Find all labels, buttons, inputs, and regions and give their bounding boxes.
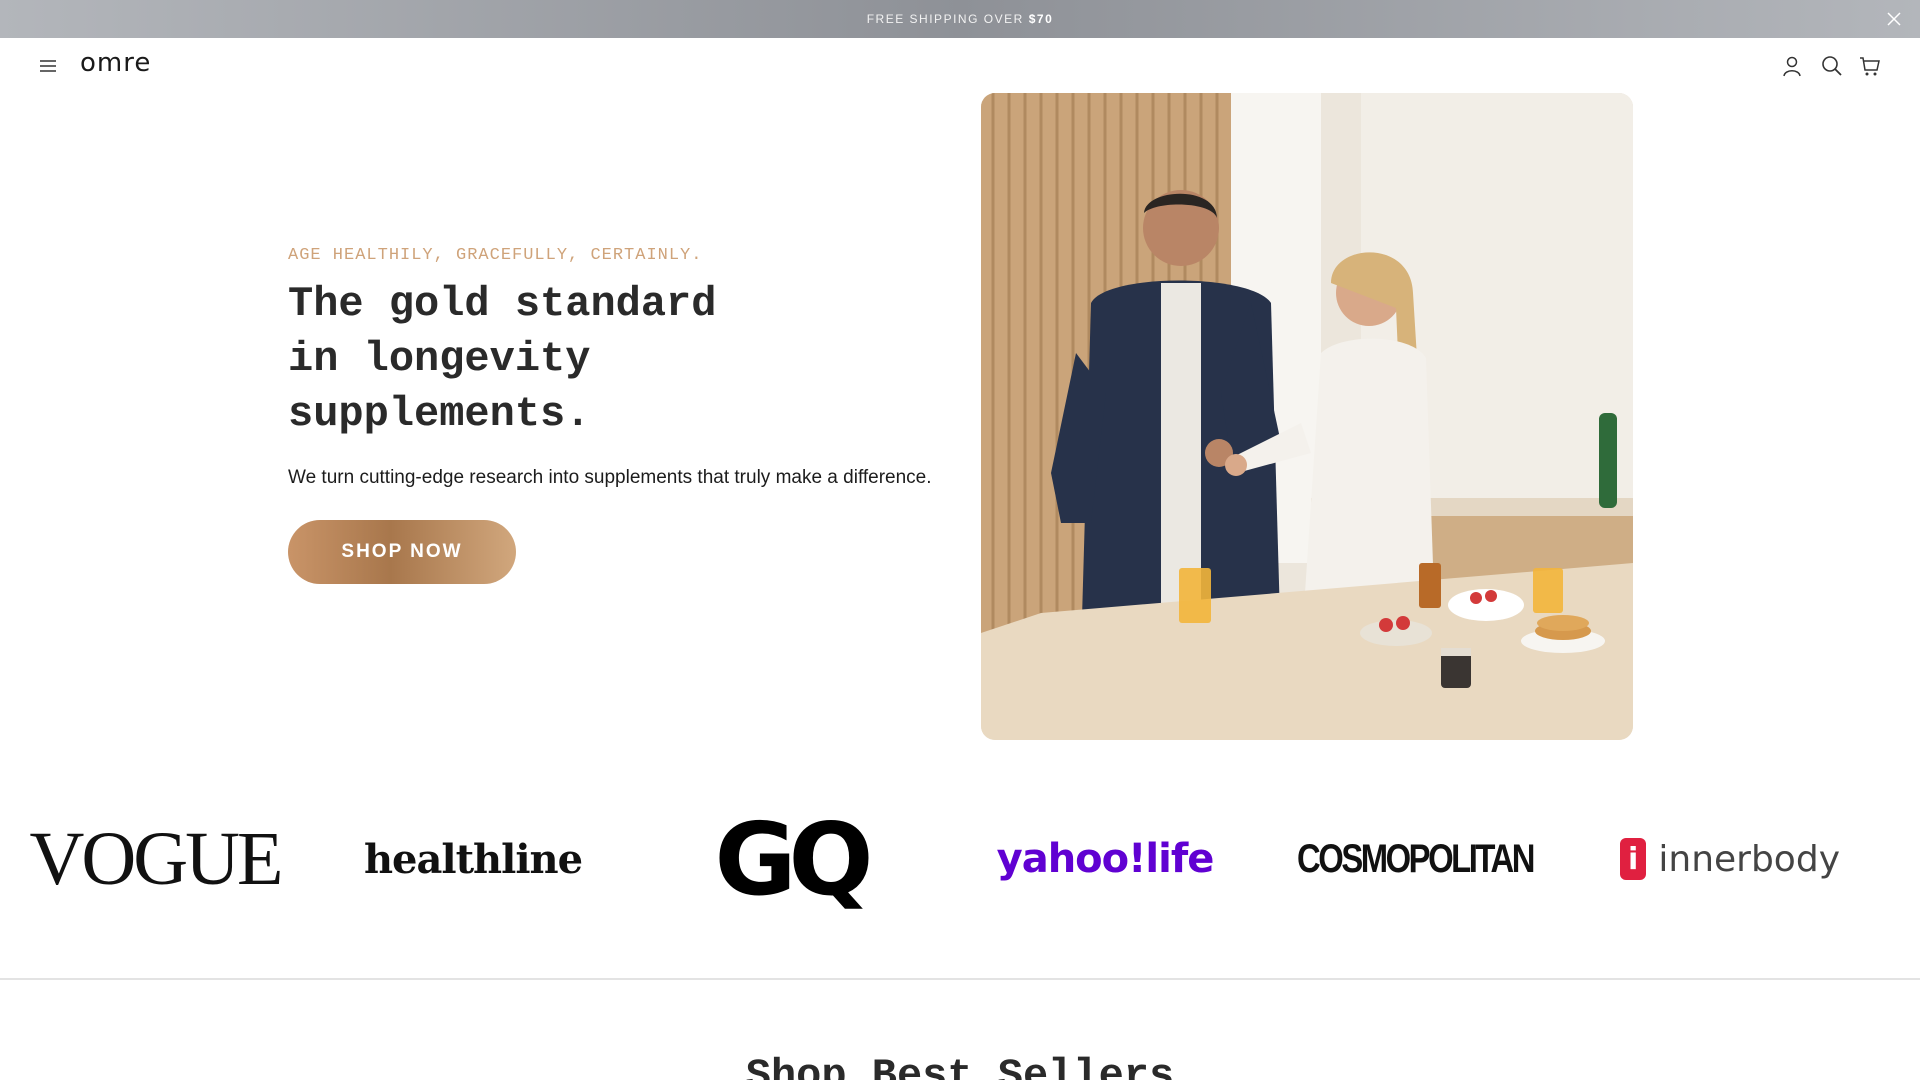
headline-line-3: supplements.: [288, 390, 591, 438]
yahoo-life-logo: yahoo! life: [990, 800, 1220, 918]
site-logo[interactable]: omre: [80, 48, 151, 78]
best-sellers-heading: Shop Best Sellers: [745, 1052, 1175, 1080]
search-icon[interactable]: [1820, 54, 1844, 78]
site-header: omre: [0, 38, 1920, 94]
close-icon[interactable]: [1884, 9, 1904, 29]
account-icon[interactable]: [1780, 54, 1804, 78]
cart-icon[interactable]: [1858, 54, 1882, 78]
announcement-text: FREE SHIPPING OVER: [866, 12, 1024, 26]
innerbody-mark: i: [1620, 838, 1647, 880]
announcement-bar: FREE SHIPPING OVER $70: [0, 0, 1920, 38]
hero-headline: The gold standard in longevity supplemen…: [288, 277, 848, 442]
press-logos: VOGUE healthline GQ yahoo! life COSMOPOLI…: [0, 800, 1920, 918]
headline-line-2: in longevity: [288, 335, 591, 383]
hero-image: [981, 93, 1633, 740]
yahoo-wordmark: yahoo!: [996, 836, 1147, 882]
innerbody-wordmark: innerbody: [1658, 838, 1840, 880]
announcement-amount: $70: [1028, 12, 1054, 26]
innerbody-logo: i innerbody: [1620, 800, 1840, 918]
section-divider: [0, 978, 1920, 980]
shop-now-button[interactable]: SHOP NOW: [288, 520, 516, 584]
vogue-logo: VOGUE: [29, 816, 284, 901]
life-wordmark: life: [1145, 836, 1214, 882]
hero-subtext: We turn cutting-edge research into suppl…: [288, 467, 932, 488]
hero-eyebrow: AGE HEALTHILY, GRACEFULLY, CERTAINLY.: [288, 246, 703, 265]
gq-logo: GQ: [714, 800, 873, 918]
hamburger-menu-icon[interactable]: [38, 56, 58, 76]
headline-line-1: The gold standard: [288, 280, 717, 328]
cosmopolitan-logo: COSMOPOLITAN: [1297, 836, 1535, 881]
healthline-logo: healthline: [363, 835, 583, 883]
